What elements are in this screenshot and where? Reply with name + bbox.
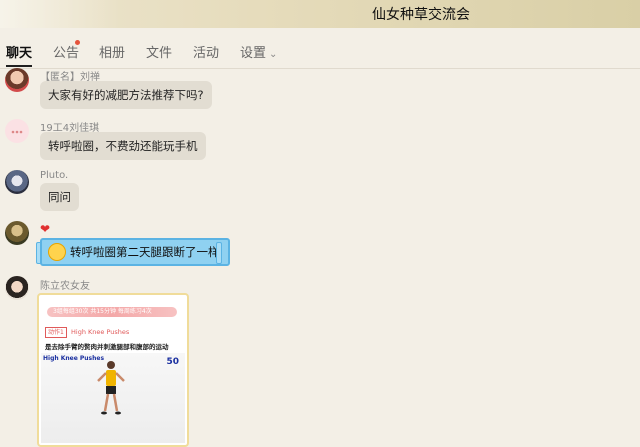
special-message-bubble: 转呼啦圈第二天腿跟断了一样 [40, 238, 230, 266]
avatar[interactable] [5, 68, 29, 92]
message-bubble: 大家有好的减肥方法推荐下吗? [40, 81, 212, 109]
person-exercising-figure [97, 361, 125, 415]
notice-dot-icon [75, 40, 80, 45]
exercise-number: 动作1 [45, 327, 67, 338]
avatar[interactable] [5, 119, 29, 143]
tab-album[interactable]: 相册 [99, 42, 125, 61]
message-bubble: 同问 [40, 183, 79, 211]
smile-emoji-icon [48, 243, 66, 261]
heart-icon: ❤ [40, 222, 51, 236]
tab-announcement[interactable]: 公告 [53, 42, 79, 61]
tab-settings[interactable]: 设置 ⌄ [240, 42, 277, 61]
bubble-right-cap [216, 242, 222, 264]
chevron-down-icon: ⌄ [269, 49, 278, 60]
tab-chat[interactable]: 聊天 [6, 42, 33, 67]
tab-activities[interactable]: 活动 [193, 42, 219, 61]
exercise-name: High Knee Pushes [71, 328, 130, 336]
card-banner-text: 3组每组30次 共15分钟 每周练习4次 [53, 308, 152, 315]
tab-files[interactable]: 文件 [146, 42, 172, 61]
sender-name[interactable]: 陈立农女友 [40, 277, 90, 292]
card-banner: 3组每组30次 共15分钟 每周练习4次 [47, 307, 177, 317]
title-bar: 仙女种草交流会 [0, 0, 640, 28]
tab-bar: 聊天 公告 相册 文件 活动 设置 ⌄ [0, 28, 640, 69]
title-bar-decoration [0, 0, 120, 28]
avatar[interactable] [5, 170, 29, 194]
message-bubble: 转呼啦圈，不费劲还能玩手机 [40, 132, 206, 160]
avatar[interactable] [5, 276, 29, 300]
special-message-text: 转呼啦圈第二天腿跟断了一样 [70, 245, 220, 259]
avatar[interactable] [5, 221, 29, 245]
exercise-description: 是去除手臂的赘肉并刺激腿部和腹部的运动 [45, 343, 169, 351]
image-message-card[interactable]: 3组每组30次 共15分钟 每周练习4次 动作1 High Knee Pushe… [37, 293, 189, 447]
tab-settings-label: 设置 [240, 46, 267, 61]
group-title: 仙女种草交流会 [372, 7, 470, 23]
avatar-dots-icon [11, 130, 23, 134]
exercise-photo: High Knee Pushes 50 [41, 353, 185, 443]
sender-name[interactable]: Pluto. [40, 170, 68, 181]
